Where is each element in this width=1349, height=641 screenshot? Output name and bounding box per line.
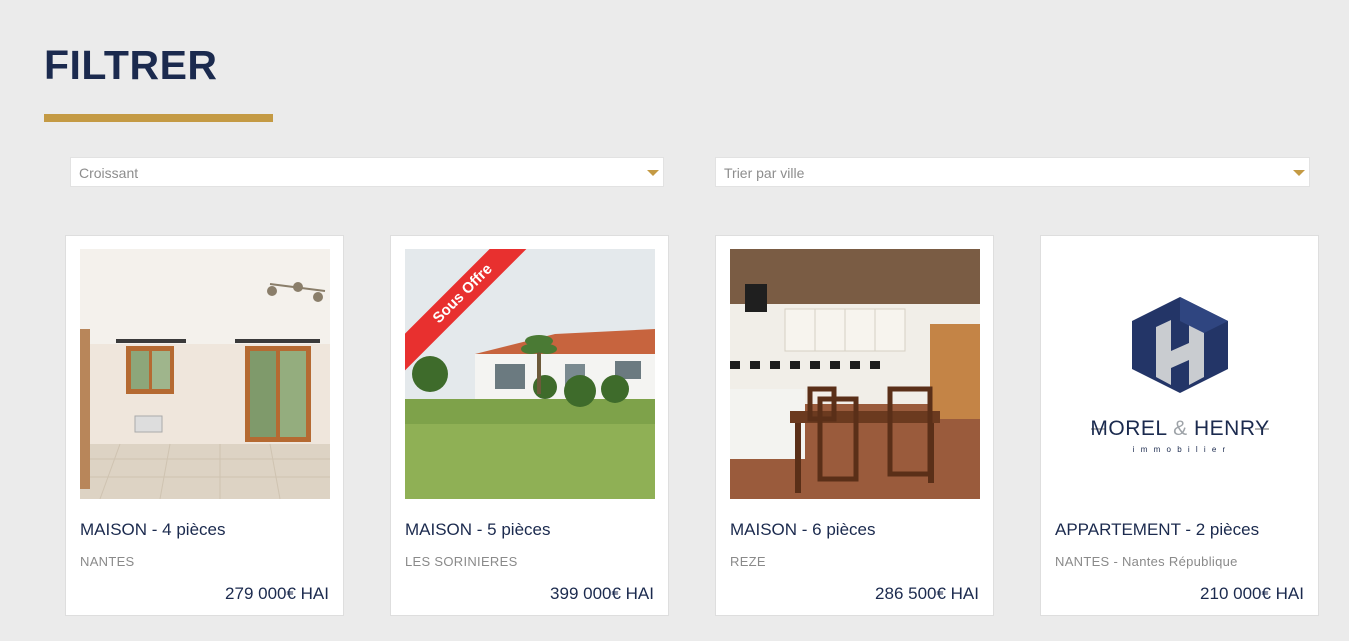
- logo-ampersand: &: [1173, 417, 1188, 440]
- listing-photo[interactable]: Sous Offre: [405, 249, 655, 499]
- listing-price: 279 000€ HAI: [225, 584, 329, 603]
- listing-city: LES SORINIERES: [405, 554, 518, 569]
- listing-card[interactable]: Sous Offre MAISON - 5 pièces LES SORINIE…: [390, 235, 669, 616]
- listing-photo[interactable]: [730, 249, 980, 499]
- listing-city: NANTES: [80, 554, 135, 569]
- listing-city: REZE: [730, 554, 766, 569]
- listing-photo[interactable]: [80, 249, 330, 499]
- chevron-down-icon: [1293, 170, 1305, 176]
- listing-price: 210 000€ HAI: [1200, 584, 1304, 603]
- listing-title[interactable]: APPARTEMENT - 2 pièces: [1055, 520, 1259, 540]
- listing-card[interactable]: MOREL & HENRY i m m o b i l i e r APPART…: [1040, 235, 1319, 616]
- page-title: FILTRER: [44, 42, 218, 88]
- sort-order-value: Croissant: [79, 165, 139, 181]
- listing-price: 399 000€ HAI: [550, 584, 654, 603]
- listing-title[interactable]: MAISON - 5 pièces: [405, 520, 551, 540]
- logo-tagline: i m m o b i l i e r: [1132, 445, 1228, 454]
- listing-title[interactable]: MAISON - 6 pièces: [730, 520, 876, 540]
- agency-logo[interactable]: MOREL & HENRY i m m o b i l i e r: [1055, 249, 1305, 499]
- title-underline: [44, 114, 273, 122]
- listing-city: NANTES - Nantes République: [1055, 554, 1238, 569]
- chevron-down-icon: [647, 170, 659, 176]
- sort-order-select[interactable]: Croissant: [70, 157, 664, 187]
- listing-card[interactable]: MAISON - 4 pièces NANTES 279 000€ HAI: [65, 235, 344, 616]
- logo-wordmark: MOREL & HENRY: [1055, 417, 1305, 441]
- listing-card[interactable]: MAISON - 6 pièces REZE 286 500€ HAI: [715, 235, 994, 616]
- logo-name-right: HENRY: [1193, 417, 1270, 440]
- listing-title[interactable]: MAISON - 4 pièces: [80, 520, 226, 540]
- logo-name-left: MOREL: [1090, 417, 1167, 440]
- city-filter-value: Trier par ville: [724, 165, 805, 181]
- city-filter-select[interactable]: Trier par ville: [715, 157, 1310, 187]
- listing-price: 286 500€ HAI: [875, 584, 979, 603]
